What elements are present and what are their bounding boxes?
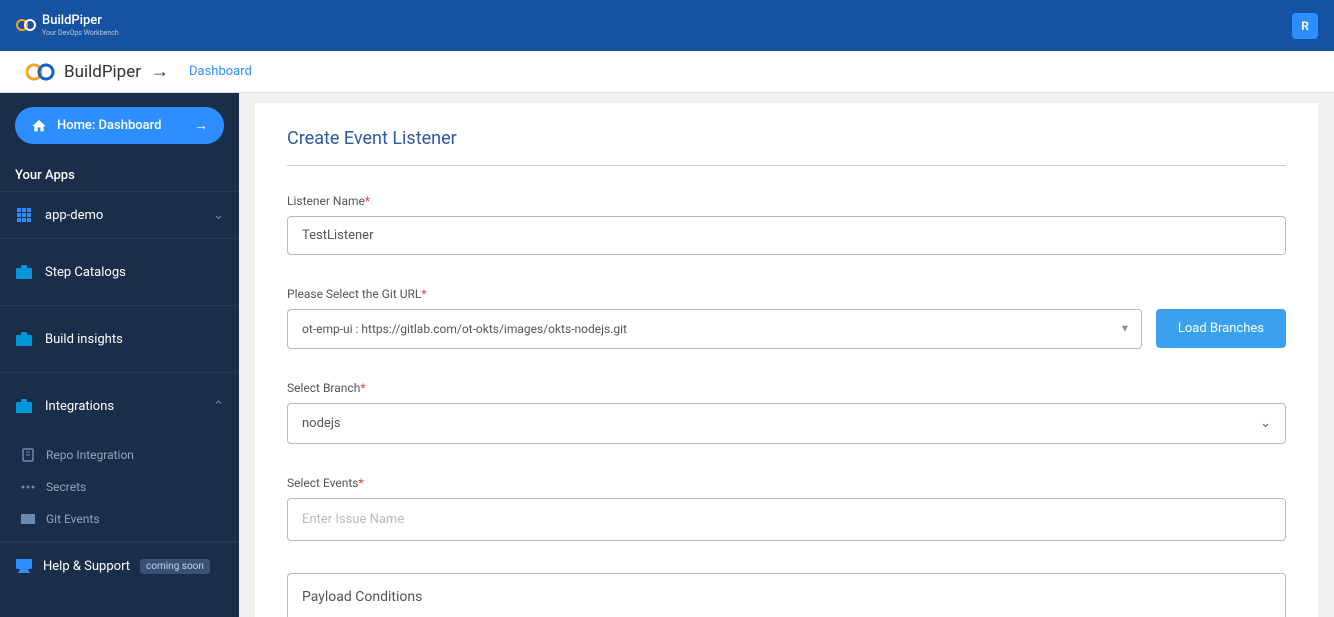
sub-item-git-events[interactable]: Git Events <box>0 503 239 535</box>
breadcrumb-dashboard[interactable]: Dashboard <box>189 64 252 79</box>
user-avatar[interactable]: R <box>1292 13 1318 39</box>
coming-soon-badge: coming soon <box>140 559 210 574</box>
header-bar: BuildPiper → Dashboard <box>0 51 1334 93</box>
payload-conditions-section: Payload Conditions <box>287 573 1286 617</box>
git-url-label: Please Select the Git URL* <box>287 287 1286 301</box>
home-label: Home: Dashboard <box>57 118 161 133</box>
help-label: Help & Support <box>43 559 130 574</box>
events-input[interactable] <box>287 498 1286 541</box>
home-button[interactable]: Home: Dashboard → <box>15 107 224 144</box>
build-insights-label: Build insights <box>45 332 123 347</box>
your-apps-title: Your Apps <box>0 158 239 191</box>
banner-logo: BuildPiper Your DevOps Workbench <box>16 14 119 36</box>
integrations-label: Integrations <box>45 399 114 414</box>
form-card: Create Event Listener Listener Name* Ple… <box>255 103 1318 617</box>
integrations-submenu: Repo Integration Secrets Git Events <box>0 433 239 542</box>
header-logo[interactable]: BuildPiper <box>24 62 141 82</box>
main-content: Create Event Listener Listener Name* Ple… <box>239 93 1334 617</box>
banner-brand-text: BuildPiper <box>42 14 119 28</box>
chevron-down-icon: ⌄ <box>213 208 224 223</box>
briefcase-icon <box>15 263 33 281</box>
arrow-right-icon: → <box>194 117 208 134</box>
briefcase-icon <box>15 397 33 415</box>
help-icon <box>15 557 33 575</box>
listener-name-input[interactable] <box>287 216 1286 255</box>
ticket-icon <box>20 511 36 527</box>
git-events-label: Git Events <box>46 512 100 526</box>
select-branch-label: Select Branch* <box>287 381 1286 395</box>
chevron-down-icon: ⌄ <box>1260 416 1271 431</box>
repo-icon <box>20 447 36 463</box>
payload-title: Payload Conditions <box>302 589 1271 605</box>
arrow-right-icon: → <box>151 61 169 82</box>
page-title: Create Event Listener <box>287 128 1286 166</box>
git-url-select[interactable]: ot-emp-ui : https://gitlab.com/ot-okts/i… <box>287 309 1142 349</box>
branch-value: nodejs <box>302 416 341 431</box>
app-label: app-demo <box>45 208 103 223</box>
header-brand-text: BuildPiper <box>64 62 141 82</box>
listener-name-label: Listener Name* <box>287 194 1286 208</box>
repo-label: Repo Integration <box>46 448 134 462</box>
secrets-label: Secrets <box>46 480 86 494</box>
sidebar: Home: Dashboard → Your Apps app-demo ⌄ S… <box>0 93 239 617</box>
banner-tagline: Your DevOps Workbench <box>42 29 119 37</box>
logo-icon <box>24 62 56 82</box>
briefcase-icon <box>15 330 33 348</box>
sidebar-item-step-catalogs[interactable]: Step Catalogs <box>0 239 239 306</box>
sidebar-item-help[interactable]: Help & Support coming soon <box>0 542 239 589</box>
top-banner: BuildPiper Your DevOps Workbench R <box>0 0 1334 51</box>
step-catalogs-label: Step Catalogs <box>45 265 126 280</box>
grid-icon <box>15 206 33 224</box>
home-icon <box>31 118 47 134</box>
chevron-up-icon: ⌃ <box>213 399 224 414</box>
logo-icon <box>16 18 36 32</box>
branch-select[interactable]: nodejs ⌄ <box>287 403 1286 444</box>
sub-item-secrets[interactable]: Secrets <box>0 471 239 503</box>
sidebar-item-integrations[interactable]: Integrations ⌃ <box>0 373 239 433</box>
sidebar-item-app-demo[interactable]: app-demo ⌄ <box>0 191 239 239</box>
sub-item-repo-integration[interactable]: Repo Integration <box>0 439 239 471</box>
select-events-label: Select Events* <box>287 476 1286 490</box>
secrets-icon <box>20 479 36 495</box>
load-branches-button[interactable]: Load Branches <box>1156 309 1286 348</box>
sidebar-item-build-insights[interactable]: Build insights <box>0 306 239 373</box>
